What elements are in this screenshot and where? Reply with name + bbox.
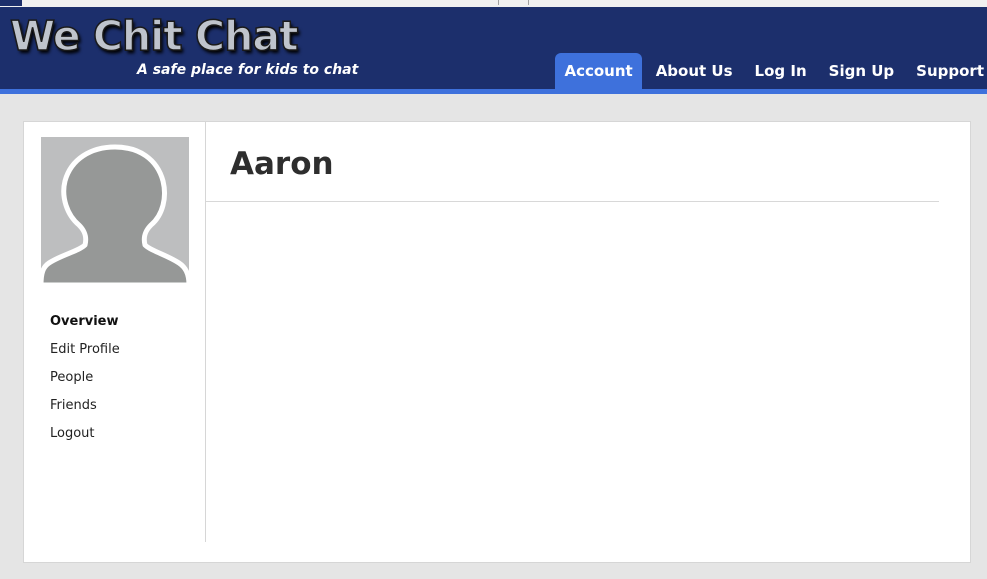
- page-title: Aaron: [230, 146, 334, 182]
- profile-sidebar: Overview Edit Profile People Friends Log…: [24, 122, 206, 542]
- browser-chrome-segment: [528, 0, 529, 5]
- header-accent-bar: [0, 89, 987, 94]
- nav-item-support[interactable]: Support: [908, 53, 987, 89]
- default-user-silhouette-icon: [38, 137, 192, 288]
- site-logo[interactable]: We Chit Chat: [9, 11, 299, 61]
- site-tagline: A safe place for kids to chat: [137, 62, 359, 78]
- nav-item-log-in[interactable]: Log In: [747, 53, 815, 89]
- divider: [206, 201, 939, 202]
- browser-chrome-segment: [0, 0, 22, 6]
- sidebar-item-people[interactable]: People: [50, 367, 120, 395]
- sidebar-item-edit-profile[interactable]: Edit Profile: [50, 339, 120, 367]
- site-header: We Chit Chat A safe place for kids to ch…: [0, 7, 987, 89]
- sidebar-item-overview[interactable]: Overview: [50, 311, 120, 339]
- browser-chrome-segment: [250, 0, 499, 5]
- profile-menu: Overview Edit Profile People Friends Log…: [50, 311, 120, 451]
- nav-item-sign-up[interactable]: Sign Up: [821, 53, 903, 89]
- profile-panel: Overview Edit Profile People Friends Log…: [23, 121, 971, 563]
- nav-item-account[interactable]: Account: [555, 53, 642, 89]
- main-nav: Account About Us Log In Sign Up Support: [549, 53, 987, 89]
- nav-item-about-us[interactable]: About Us: [648, 53, 741, 89]
- sidebar-item-logout[interactable]: Logout: [50, 423, 120, 451]
- avatar: [38, 137, 192, 288]
- sidebar-item-friends[interactable]: Friends: [50, 395, 120, 423]
